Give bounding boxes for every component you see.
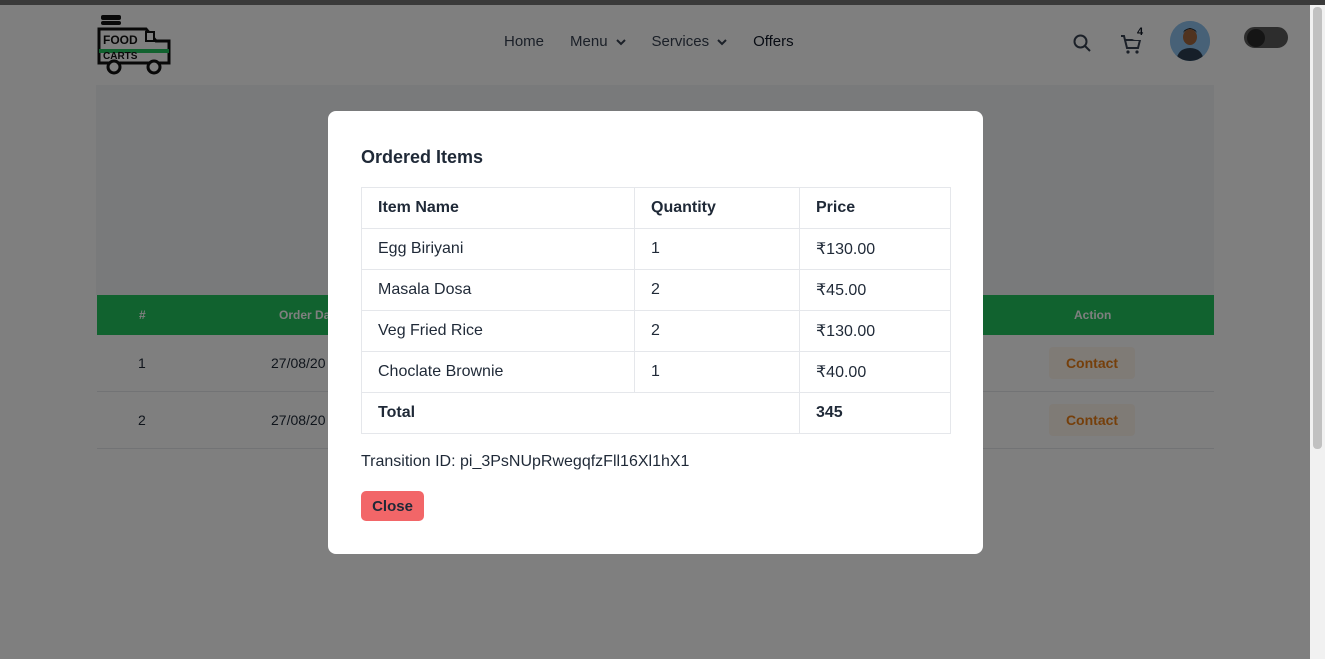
total-value: 345 [799, 392, 951, 434]
table-header-row: Item Name Quantity Price [361, 187, 951, 229]
ordered-items-table: Item Name Quantity Price Egg Biriyani 1 … [361, 187, 951, 434]
item-qty: 2 [634, 310, 800, 352]
item-qty: 2 [634, 269, 800, 311]
close-button[interactable]: Close [361, 491, 424, 521]
table-row: Veg Fried Rice 2 ₹130.00 [361, 310, 951, 352]
item-qty: 1 [634, 351, 800, 393]
table-row: Egg Biriyani 1 ₹130.00 [361, 228, 951, 270]
transaction-id: Transition ID: pi_3PsNUpRwegqfzFll16Xl1h… [361, 453, 690, 470]
item-price: ₹130.00 [799, 228, 951, 270]
item-name: Veg Fried Rice [361, 310, 635, 352]
item-price: ₹45.00 [799, 269, 951, 311]
table-row: Masala Dosa 2 ₹45.00 [361, 269, 951, 311]
col-item-name: Item Name [361, 187, 635, 229]
scrollbar-thumb[interactable] [1313, 7, 1322, 449]
item-name: Choclate Brownie [361, 351, 635, 393]
page-scrollbar[interactable] [1310, 5, 1325, 659]
table-row: Choclate Brownie 1 ₹40.00 [361, 351, 951, 393]
col-quantity: Quantity [634, 187, 800, 229]
total-row: Total 345 [361, 392, 951, 434]
col-price: Price [799, 187, 951, 229]
item-name: Masala Dosa [361, 269, 635, 311]
item-qty: 1 [634, 228, 800, 270]
ordered-items-modal: Ordered Items Item Name Quantity Price E… [328, 111, 983, 554]
browser-top-border [0, 0, 1325, 5]
total-label: Total [361, 392, 800, 434]
item-price: ₹40.00 [799, 351, 951, 393]
item-name: Egg Biriyani [361, 228, 635, 270]
item-price: ₹130.00 [799, 310, 951, 352]
modal-title: Ordered Items [361, 147, 484, 167]
